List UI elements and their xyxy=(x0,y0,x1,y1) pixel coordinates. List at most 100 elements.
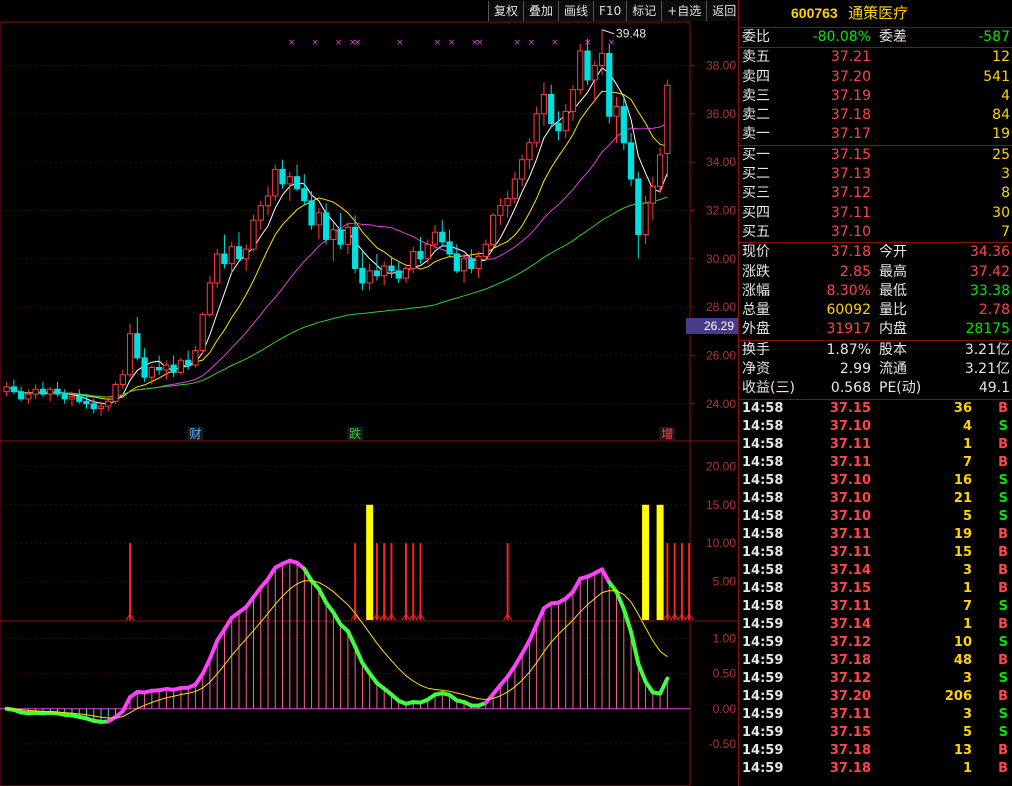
tick-time: 14:58 xyxy=(742,436,784,452)
macd-dif-line xyxy=(534,606,546,627)
fund-label: 换手 xyxy=(742,341,770,358)
stat-value: 60092 xyxy=(826,302,871,319)
tick-volume: 4 xyxy=(962,418,972,434)
kline-chart[interactable]: 24.00 26.00 28.00 30.00 32.00 34.00 36.00 38.00… xyxy=(0,0,738,786)
tick-row: 14:59 37.18 48 B xyxy=(739,652,1012,670)
tick-price: 37.20 xyxy=(829,688,871,704)
tick-time: 14:58 xyxy=(742,598,784,614)
signal-axis-label: 20.00 xyxy=(706,459,736,473)
macd-dif-line xyxy=(520,638,532,656)
ask-row: 卖四 37.20 541 xyxy=(739,68,1012,87)
candle-body xyxy=(32,388,39,395)
candle-body xyxy=(337,229,344,245)
bid-book: 买一 37.15 25 买二 37.13 3 买三 37.12 8 买四 37.11 30 买五 37.1… xyxy=(739,144,1012,242)
candle-body xyxy=(170,364,177,373)
tick-list[interactable]: 14:58 37.15 36 B 14:58 37.10 4 S 14:58 37.11 1 B 14:… xyxy=(739,398,1012,778)
candle-body xyxy=(620,106,627,144)
tick-side: B xyxy=(998,688,1008,704)
fund-value: 0.568 xyxy=(830,380,871,397)
price-axis-label: 28.00 xyxy=(706,300,736,314)
tick-side: S xyxy=(998,508,1008,524)
tick-row: 14:59 37.15 5 S xyxy=(739,724,1012,742)
tick-price: 37.12 xyxy=(829,670,871,686)
fundamental-stats: 换手 1.87% 股本 3.21亿 净资 2.99 流通 3.21亿 收益(三) 0.568 PE(… xyxy=(739,339,1012,399)
stat-value: 2.85 xyxy=(839,263,871,280)
tick-price: 37.11 xyxy=(829,598,871,614)
signal-axis-label: 5.00 xyxy=(713,575,737,589)
ask-price: 37.18 xyxy=(830,107,871,124)
ask-row: 卖二 37.18 84 xyxy=(739,106,1012,125)
candle-body xyxy=(112,383,119,402)
stock-code: 600763 xyxy=(791,5,838,21)
candle-body xyxy=(424,243,431,260)
stat-value: 37.18 xyxy=(830,244,871,261)
macd-dif-line xyxy=(658,676,670,696)
signal-mark: × xyxy=(584,38,592,48)
stat-row: 总量 60092 量比 2.78 xyxy=(739,301,1012,320)
candle-body xyxy=(482,243,489,257)
price-axis-label: 32.00 xyxy=(706,203,736,217)
candle-body xyxy=(293,176,301,190)
signal-mark: × xyxy=(551,38,559,48)
candle-body xyxy=(417,251,424,260)
price-stats: 现价 37.18 今开 34.36 涨跌 2.85 最高 37.42 涨幅 8.30% 最低 33.3… xyxy=(739,242,1012,339)
tick-price: 37.10 xyxy=(829,418,871,434)
macd-dif-line xyxy=(222,615,234,632)
tick-time: 14:59 xyxy=(742,670,784,686)
bid-label: 买四 xyxy=(742,204,770,221)
candle-body xyxy=(402,267,410,279)
tick-row: 14:59 37.14 1 B xyxy=(739,616,1012,634)
bid-volume: 7 xyxy=(1001,223,1010,240)
tick-price: 37.10 xyxy=(829,508,871,524)
tick-time: 14:58 xyxy=(742,562,784,578)
tick-time: 14:58 xyxy=(742,508,784,524)
tick-volume: 1 xyxy=(962,760,972,776)
candle-body xyxy=(453,253,460,272)
candle-body xyxy=(431,231,439,245)
candle-body xyxy=(577,50,584,91)
ask-label: 卖五 xyxy=(742,49,770,66)
candle-body xyxy=(97,405,105,410)
signal-mark: × xyxy=(608,38,616,48)
candle-body xyxy=(322,212,330,240)
price-axis-label: 34.00 xyxy=(706,155,736,169)
quote-panel: 600763 通策医疗 委比 -80.08% 委差 -587 卖五 37.21 12… xyxy=(738,0,1012,786)
tick-price: 37.11 xyxy=(829,436,871,452)
tick-volume: 16 xyxy=(953,472,972,488)
bid-volume: 3 xyxy=(1001,166,1010,183)
tick-row: 14:59 37.12 10 S xyxy=(739,634,1012,652)
tick-price: 37.15 xyxy=(829,724,871,740)
tick-side: S xyxy=(998,634,1008,650)
tick-side: B xyxy=(998,742,1008,758)
tick-side: S xyxy=(998,418,1008,434)
candle-body xyxy=(148,367,155,378)
tick-side: B xyxy=(998,580,1008,596)
tick-volume: 3 xyxy=(962,670,972,686)
fund-label: 净资 xyxy=(742,361,770,378)
bid-label: 买三 xyxy=(742,185,770,202)
tick-side: B xyxy=(998,760,1008,776)
candle-body xyxy=(460,258,468,272)
macd-dif-line xyxy=(207,638,220,661)
fund-label: PE(动) xyxy=(879,380,922,397)
tick-time: 14:59 xyxy=(742,742,784,758)
high-price-label: 39.48 xyxy=(616,27,646,41)
tick-price: 37.14 xyxy=(829,616,871,632)
tick-price: 37.10 xyxy=(829,490,871,506)
ask-volume: 12 xyxy=(992,49,1010,66)
candle-body xyxy=(656,154,664,187)
stat-value: 33.38 xyxy=(969,282,1010,299)
ask-row: 卖三 37.19 4 xyxy=(739,87,1012,106)
ask-label: 卖三 xyxy=(742,87,770,104)
candle-body xyxy=(591,64,598,81)
macd-dif-line xyxy=(600,567,612,585)
stat-row: 现价 37.18 今开 34.36 xyxy=(739,243,1012,262)
macd-dif-line xyxy=(512,651,525,668)
candle-body xyxy=(61,393,68,400)
tick-side: B xyxy=(998,544,1008,560)
tick-side: S xyxy=(998,472,1008,488)
tick-row: 14:59 37.12 3 S xyxy=(739,670,1012,688)
fund-row: 净资 2.99 流通 3.21亿 xyxy=(739,360,1012,379)
signal-mark: × xyxy=(288,38,296,48)
tick-volume: 19 xyxy=(953,526,972,542)
